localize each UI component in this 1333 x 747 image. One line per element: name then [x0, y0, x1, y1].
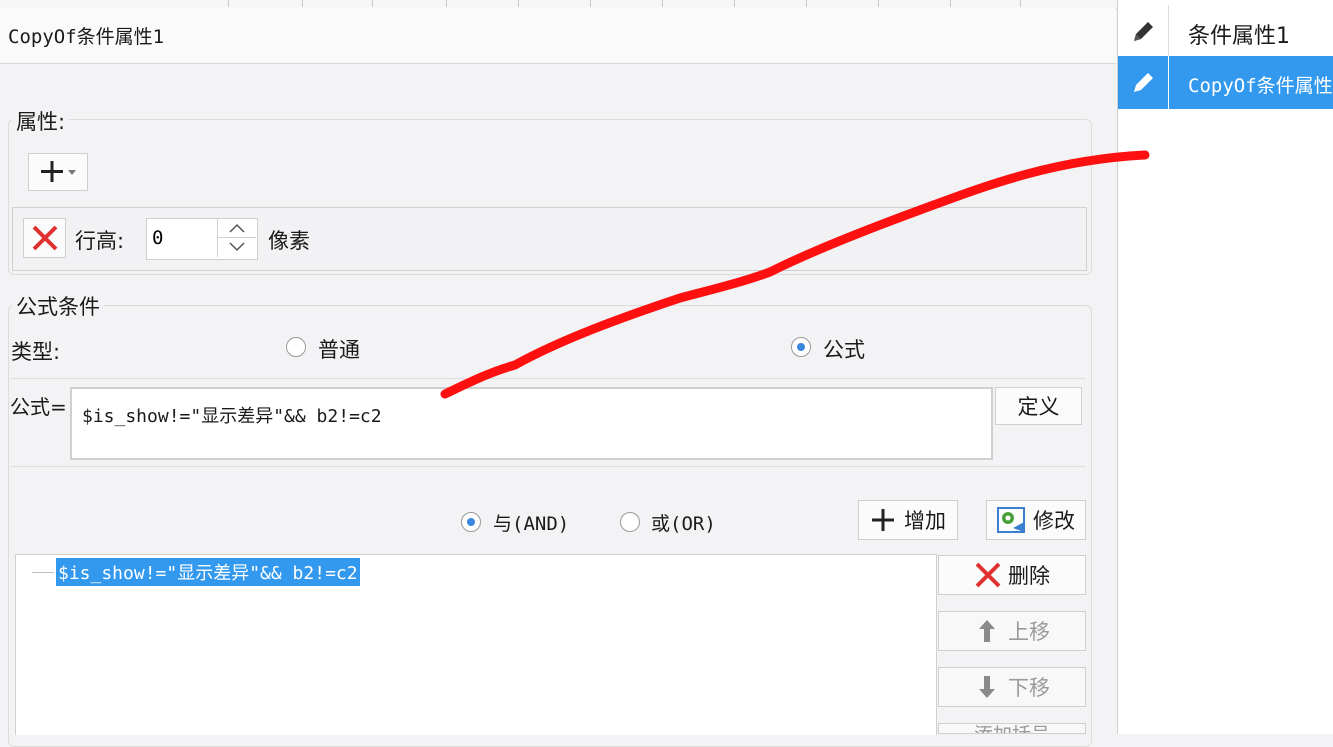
logic-or-label: 或(OR) [651, 513, 716, 535]
stepper-up-button[interactable] [217, 219, 256, 238]
type-formula-label: 公式 [823, 338, 865, 362]
logic-or-radio[interactable] [620, 512, 640, 532]
condition-list-item[interactable]: 条件属性1 [1118, 5, 1333, 59]
chevron-down-icon [229, 242, 245, 252]
type-label: 类型: [11, 340, 61, 364]
add-bracket-button[interactable]: 添加括号 [938, 723, 1086, 734]
remove-property-button[interactable] [23, 218, 66, 258]
pencil-icon [1118, 56, 1169, 109]
row-height-stepper[interactable] [146, 218, 258, 260]
add-property-button[interactable] [28, 153, 88, 191]
add-condition-label: 增加 [904, 509, 946, 533]
delete-condition-button[interactable]: 删除 [938, 555, 1086, 595]
chevron-up-icon [229, 223, 245, 233]
page-title: CopyOf条件属性1 [8, 26, 165, 48]
move-up-button[interactable]: 上移 [938, 611, 1086, 651]
modify-condition-button[interactable]: 修改 [986, 500, 1086, 540]
tree-line [32, 572, 54, 573]
delete-condition-label: 删除 [1008, 564, 1050, 588]
close-icon [975, 562, 1001, 588]
close-icon [32, 225, 57, 251]
row-height-input[interactable] [147, 219, 215, 257]
type-formula-radio[interactable] [791, 337, 811, 357]
gear-icon [997, 507, 1025, 533]
row-height-label: 行高: [75, 229, 125, 253]
move-down-button[interactable]: 下移 [938, 667, 1086, 707]
divider [11, 466, 1086, 467]
add-bracket-label: 添加括号 [974, 726, 1050, 734]
condition-list-panel: 条件属性1 CopyOf条件属性1 [1117, 0, 1333, 734]
condition-tree: $is_show!="显示差异"&& b2!=c2 [15, 554, 937, 735]
condition-list-item-label: CopyOf条件属性1 [1188, 75, 1333, 97]
condition-list-item-selected[interactable]: CopyOf条件属性1 [1118, 56, 1333, 109]
formula-input[interactable]: $is_show!="显示差异"&& b2!=c2 [70, 387, 993, 460]
divider [11, 378, 1086, 379]
logic-and-radio[interactable] [461, 512, 481, 532]
type-normal-label: 普通 [318, 338, 360, 362]
arrow-down-icon [979, 676, 995, 698]
properties-legend: 属性: [12, 106, 70, 136]
stepper-down-button[interactable] [217, 238, 256, 257]
logic-and-label: 与(AND) [493, 513, 570, 535]
pencil-icon [1118, 5, 1169, 58]
condition-list-item-label: 条件属性1 [1188, 24, 1290, 49]
modify-condition-label: 修改 [1033, 509, 1075, 533]
formula-input-value: $is_show!="显示差异"&& b2!=c2 [82, 406, 382, 427]
add-condition-button[interactable]: 增加 [858, 500, 958, 540]
plus-icon [872, 509, 894, 531]
type-normal-radio[interactable] [286, 337, 306, 357]
plus-icon [41, 161, 76, 182]
arrow-up-icon [979, 620, 995, 642]
move-down-label: 下移 [1008, 676, 1050, 700]
move-up-label: 上移 [1008, 620, 1050, 644]
row-height-unit: 像素 [268, 229, 310, 253]
formula-label: 公式= [10, 395, 67, 419]
define-button[interactable]: 定义 [995, 387, 1082, 425]
tree-node-selected[interactable]: $is_show!="显示差异"&& b2!=c2 [56, 558, 360, 586]
formula-condition-legend: 公式条件 [12, 291, 104, 321]
title-bar: CopyOf条件属性1 [0, 8, 1116, 64]
